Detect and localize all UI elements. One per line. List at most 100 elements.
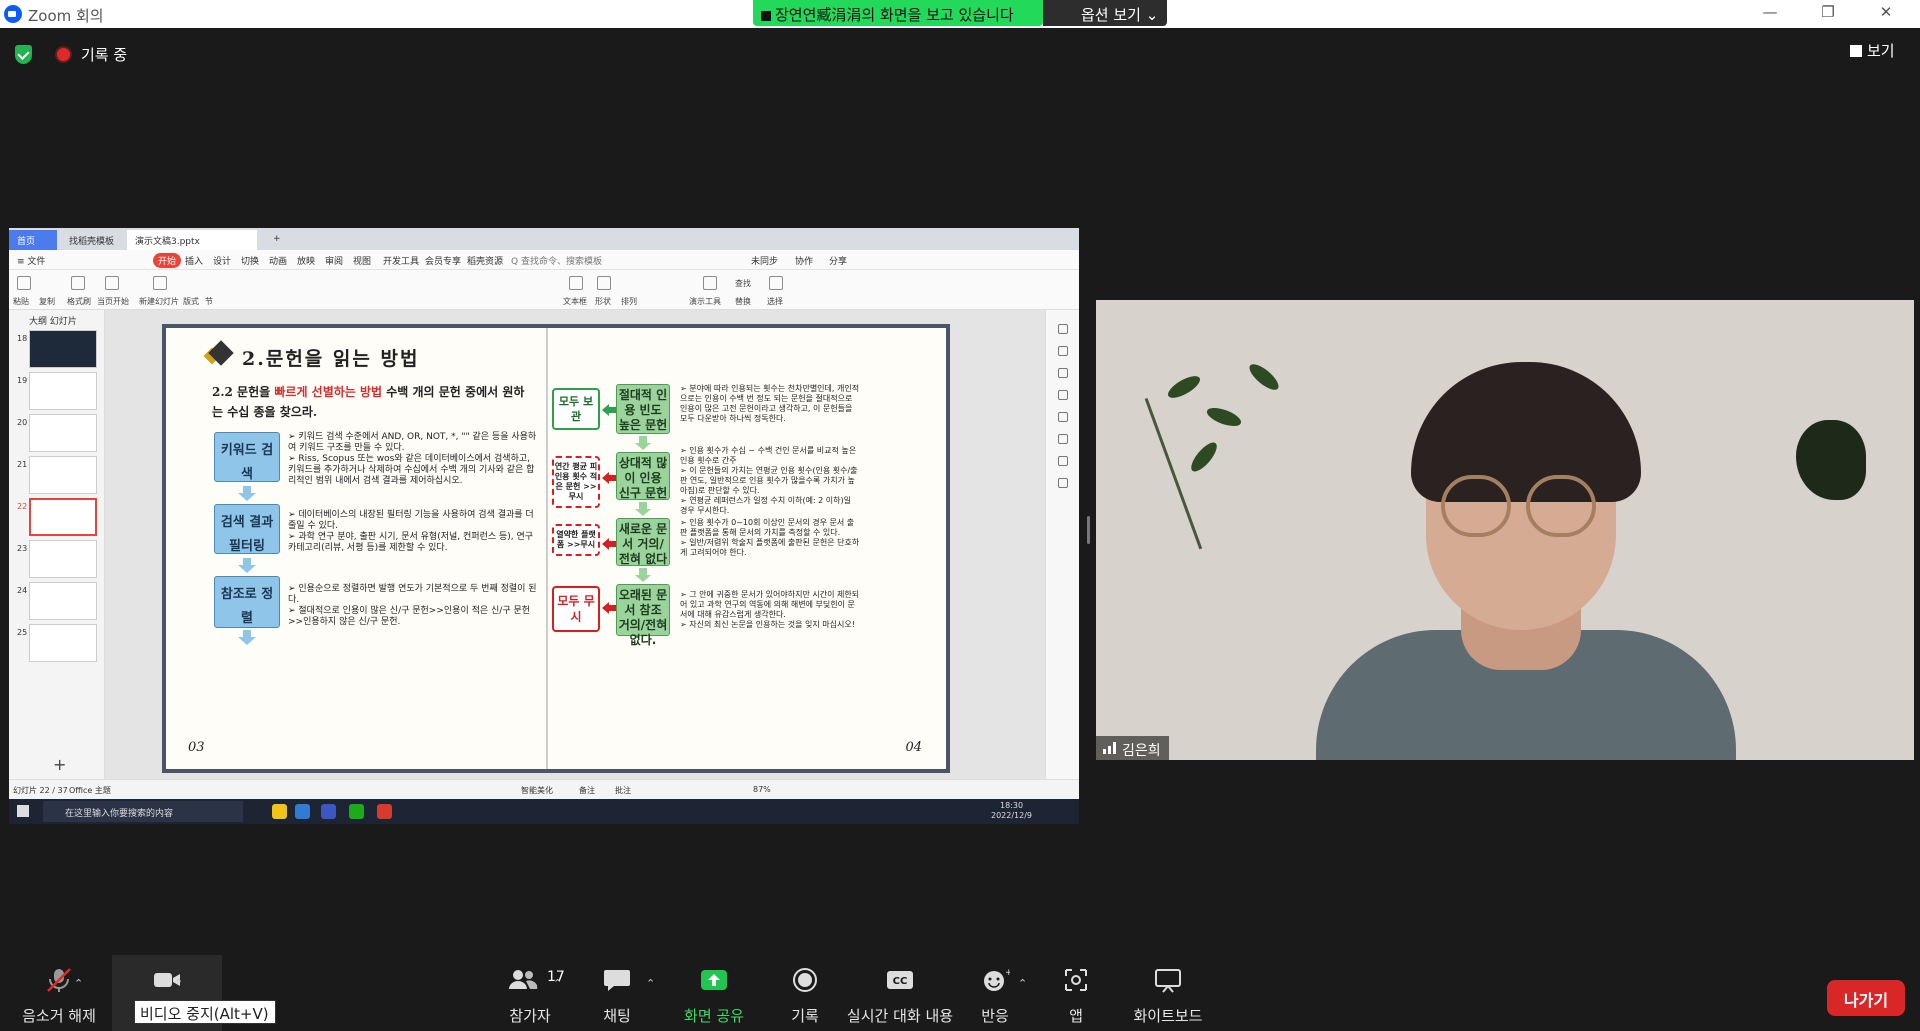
file-explorer-icon[interactable] (272, 804, 287, 819)
reactions-button[interactable]: + 반응 (962, 955, 1028, 1031)
tool-icon[interactable] (1058, 346, 1068, 356)
down-arrow-icon (635, 568, 651, 582)
apps-button[interactable]: 앱 (1046, 955, 1106, 1031)
ribbon-label[interactable]: 查找 (735, 278, 751, 289)
participants-icon (508, 967, 538, 993)
page-number-right: 04 (905, 740, 922, 755)
live-transcript-button[interactable]: CC 실시간 대화 내용 (842, 955, 958, 1031)
participants-button[interactable]: 17 참가자 (480, 955, 580, 1031)
add-slide-plus-icon[interactable]: + (53, 755, 66, 774)
location-icon[interactable] (1058, 456, 1068, 466)
wps-app-icon[interactable] (377, 804, 392, 819)
help-icon[interactable] (1058, 412, 1068, 422)
reactions-label: 반응 (981, 1007, 1009, 1025)
new-tab-plus-icon[interactable]: + (265, 230, 289, 250)
tool-icon[interactable] (1058, 390, 1068, 400)
slide-right-page: 모두 보관 절대적 인용 빈도 높은 문헌 ➢ 분야에 따라 인용되는 횟수는 … (546, 328, 946, 769)
flow-text-item: ➢ 그 안에 귀중한 문서가 있어야하지만 시간이 제한되어 있고 과학 연구의… (680, 590, 860, 619)
select-icon[interactable] (769, 276, 783, 290)
menu-item[interactable]: 切换 (241, 254, 259, 267)
security-shield-icon[interactable] (15, 45, 32, 64)
apps-icon (1061, 967, 1091, 993)
zoom-meeting-window: Zoom 회의 — ❐ ✕ 장연연臧涓涓의 화면을 보고 있습니다 옵션 보기 … (0, 0, 1920, 1031)
menu-item[interactable]: 插入 (185, 254, 203, 267)
panel-resize-handle[interactable] (1087, 516, 1090, 544)
closed-caption-icon: CC (885, 967, 915, 993)
slide-thumbnail[interactable] (29, 414, 97, 452)
tool-icon[interactable] (1058, 324, 1068, 334)
slide-thumbnail[interactable] (29, 456, 97, 494)
share-file-button[interactable]: 分享 (829, 254, 847, 267)
menu-item[interactable]: 开发工具 (383, 254, 419, 267)
whiteboard-button[interactable]: 화이트보드 (1126, 955, 1210, 1031)
share-screen-button[interactable]: 화면 공유 (672, 955, 756, 1031)
paste-icon[interactable] (17, 276, 31, 290)
recording-dot-icon (57, 48, 70, 61)
zoom-app-icon[interactable] (321, 804, 336, 819)
restore-button[interactable]: ❐ (1808, 3, 1848, 25)
notes-button[interactable]: 备注 (579, 785, 595, 796)
sync-status[interactable]: 未同步 (751, 254, 778, 267)
chat-button[interactable]: 채팅 (582, 955, 652, 1031)
tool-icon[interactable] (1058, 434, 1068, 444)
tab-home[interactable]: 首页 (9, 230, 57, 250)
slide-thumbnail[interactable] (29, 582, 97, 620)
close-button[interactable]: ✕ (1866, 3, 1906, 25)
record-button[interactable]: 기록 (770, 955, 840, 1031)
participant-name-tag: 김은희 (1096, 736, 1169, 760)
leave-meeting-button[interactable]: 나가기 (1827, 980, 1905, 1016)
collaborate-button[interactable]: 协作 (795, 254, 813, 267)
chevron-down-icon: ⌄ (1145, 6, 1159, 24)
chat-options-caret[interactable]: ⌃ (646, 977, 655, 990)
tool-icon[interactable] (1058, 478, 1068, 488)
tab-presentation-file[interactable]: 演示文稿3.pptx (127, 230, 257, 250)
tool-icon[interactable] (1058, 368, 1068, 378)
slide-thumbnail[interactable] (29, 372, 97, 410)
menu-item[interactable]: 放映 (297, 254, 315, 267)
taskbar-search[interactable]: 在这里输入你要搜索的内容 (43, 801, 243, 822)
unmute-label: 음소거 해제 (22, 1007, 96, 1025)
video-options-caret[interactable]: ⌃ (174, 977, 183, 990)
ribbon-label[interactable]: 替换 (735, 296, 751, 307)
play-icon[interactable] (105, 276, 119, 290)
edge-icon[interactable] (295, 804, 310, 819)
view-button[interactable]: 보기 (1850, 40, 1895, 61)
participants-options-caret[interactable]: ⌃ (553, 977, 562, 990)
slide-thumbnail[interactable] (29, 624, 97, 662)
menu-item[interactable]: 稻壳资源 (467, 254, 503, 267)
menu-item[interactable]: 开始 (153, 253, 182, 268)
thumb-panel-tabs[interactable]: 大纲 幻灯片 (29, 314, 77, 327)
bullet-text: ➢ Riss, Scopus 또는 wos와 같은 데이터베이스에서 검색하고,… (288, 454, 535, 486)
smart-beautify-button[interactable]: 智能美化 (521, 785, 553, 796)
menu-item[interactable]: ≡ 文件 (17, 254, 45, 267)
menu-item[interactable]: 审阅 (325, 254, 343, 267)
menu-item[interactable]: 视图 (353, 254, 371, 267)
zoom-level[interactable]: 87% (753, 785, 771, 794)
reactions-options-caret[interactable]: ⌃ (1018, 977, 1027, 990)
unmute-button[interactable]: 음소거 해제 (14, 955, 104, 1031)
menu-item[interactable]: 会员专享 (425, 254, 461, 267)
presentation-tools-icon[interactable] (703, 276, 717, 290)
format-painter-icon[interactable] (71, 276, 85, 290)
textbox-icon[interactable] (569, 276, 583, 290)
command-search[interactable]: Q 查找命令、搜索模板 (511, 254, 602, 267)
minimize-button[interactable]: — (1750, 3, 1790, 25)
comments-button[interactable]: 批注 (615, 785, 631, 796)
slide-thumbnail[interactable] (29, 540, 97, 578)
shape-icon[interactable] (597, 276, 611, 290)
view-options-button[interactable]: 옵션 보기 ⌄ (1043, 0, 1167, 26)
tab-template[interactable]: 找稻壳模板 (61, 230, 122, 250)
menu-item[interactable]: 设计 (213, 254, 231, 267)
theme-name: Office 主题 (69, 786, 111, 795)
slide-thumbnail-selected[interactable] (29, 498, 97, 536)
signal-bars-icon (1103, 742, 1117, 754)
wechat-icon[interactable] (349, 804, 364, 819)
step-bullets: ➢ 키워드 검색 수준에서 AND, OR, NOT, *, "" 같은 등을 … (288, 432, 538, 487)
audio-options-caret[interactable]: ⌃ (74, 977, 83, 990)
new-slide-icon[interactable] (153, 276, 167, 290)
participant-video[interactable]: 김은희 (1096, 300, 1914, 760)
menu-item[interactable]: 动画 (269, 254, 287, 267)
slide-thumbnail[interactable] (29, 330, 97, 368)
windows-start-icon[interactable] (17, 805, 29, 817)
svg-text:+: + (1005, 968, 1010, 978)
